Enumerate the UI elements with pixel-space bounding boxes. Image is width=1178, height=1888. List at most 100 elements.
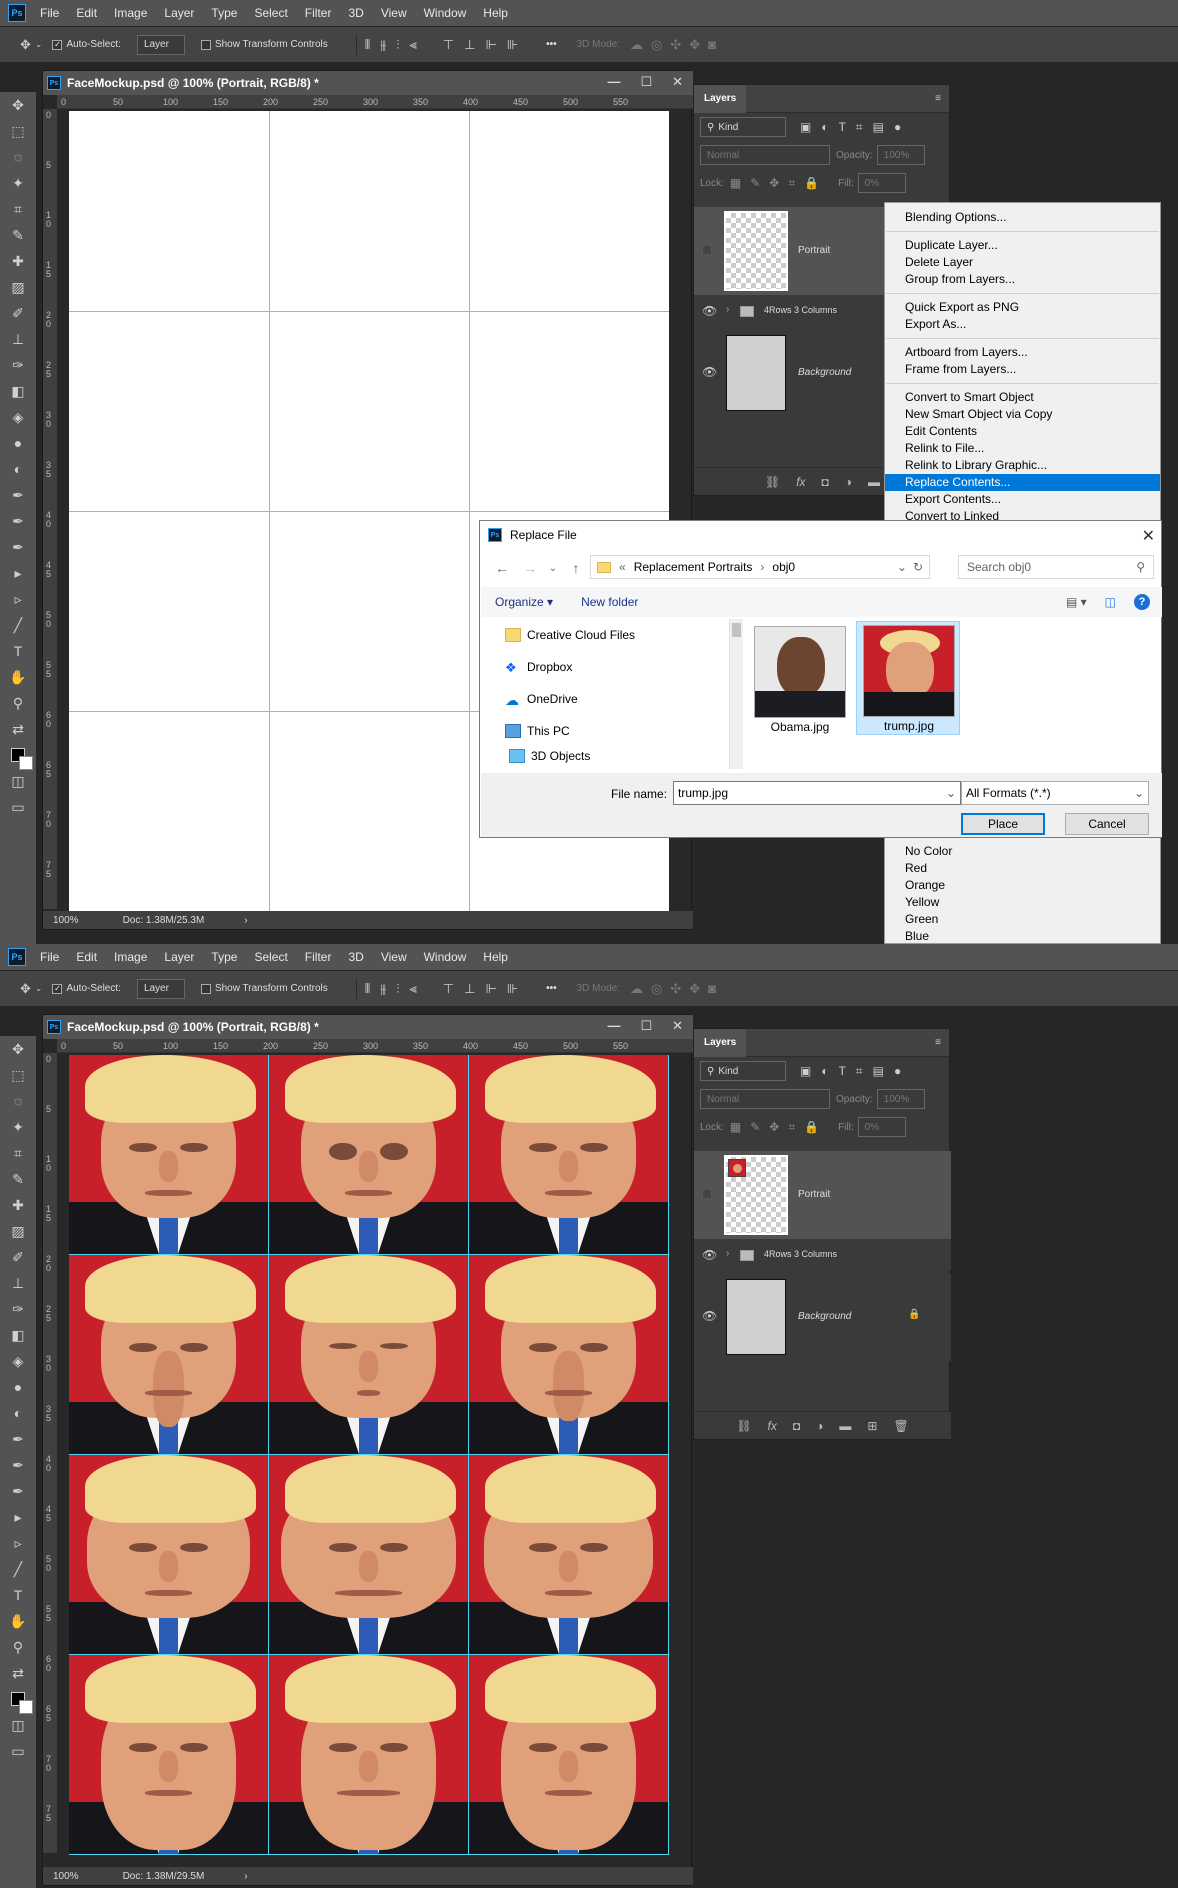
filter-kind-select[interactable]: ⚲ Kind — [700, 1061, 786, 1081]
menu-image[interactable]: Image — [114, 950, 147, 964]
menu-item-group-from-layers[interactable]: Group from Layers... — [885, 271, 1160, 288]
menu-item-quick-export[interactable]: Quick Export as PNG — [885, 299, 1160, 316]
chevron-down-icon[interactable]: ⌄ — [897, 560, 907, 574]
zoom-tool-icon[interactable]: ⚲ — [0, 690, 36, 716]
menu-item-artboard-from-layers[interactable]: Artboard from Layers... — [885, 344, 1160, 361]
eyedropper-icon[interactable]: ✎ — [0, 1166, 36, 1192]
show-transform-checkbox[interactable] — [200, 983, 211, 994]
menu-edit[interactable]: Edit — [76, 6, 97, 20]
document-tab[interactable]: Ps FaceMockup.psd @ 100% (Portrait, RGB/… — [43, 1015, 693, 1039]
up-arrow-icon[interactable]: ↑ — [562, 560, 590, 576]
visibility-toggle[interactable] — [702, 1189, 712, 1199]
zoom-level[interactable]: 100% — [53, 1871, 79, 1882]
quick-mask-icon[interactable]: ◫ — [0, 768, 36, 794]
menu-select[interactable]: Select — [254, 6, 287, 20]
chevron-down-icon[interactable]: ⌄ — [35, 983, 43, 994]
cancel-button[interactable]: Cancel — [1065, 813, 1149, 835]
menu-type[interactable]: Type — [211, 950, 237, 964]
menu-item-replace-contents[interactable]: Replace Contents... — [885, 474, 1160, 491]
new-folder-button[interactable]: New folder — [581, 595, 638, 609]
menu-item-duplicate-layer[interactable]: Duplicate Layer... — [885, 237, 1160, 254]
menu-item-delete-layer[interactable]: Delete Layer — [885, 254, 1160, 271]
history-brush-icon[interactable]: ✑ — [0, 352, 36, 378]
address-bar[interactable]: « Replacement Portraits › obj0 ⌄ ↻ — [590, 555, 930, 579]
forward-arrow-icon[interactable]: → — [516, 560, 544, 576]
direct-select-icon[interactable]: ▹ — [0, 1530, 36, 1556]
view-options-icon[interactable]: ▤ ▾ — [1066, 595, 1087, 609]
nav-creative-cloud[interactable]: Creative Cloud Files — [481, 619, 731, 651]
lock-icons[interactable]: ▦✎✥⌗🔒 — [730, 1120, 828, 1135]
fx-icon[interactable]: fx — [768, 1419, 777, 1433]
nav-3d-objects[interactable]: 3D Objects — [481, 747, 731, 765]
nav-dropbox[interactable]: ❖ Dropbox — [481, 651, 731, 683]
nav-onedrive[interactable]: ☁ OneDrive — [481, 683, 731, 715]
folder-icon[interactable]: ▬ — [839, 1419, 851, 1433]
quick-mask-icon[interactable]: ◫ — [0, 1712, 36, 1738]
color-green[interactable]: Green — [885, 911, 1160, 928]
menu-item-frame-from-layers[interactable]: Frame from Layers... — [885, 361, 1160, 378]
menu-3d[interactable]: 3D — [348, 6, 363, 20]
magic-wand-icon[interactable]: ✦ — [0, 1114, 36, 1140]
menu-item-relink-file[interactable]: Relink to File... — [885, 440, 1160, 457]
chevron-down-icon[interactable]: ⌄ — [946, 786, 956, 800]
file-item-trump[interactable]: trump.jpg — [856, 621, 960, 735]
color-orange[interactable]: Orange — [885, 877, 1160, 894]
eye-icon[interactable]: 👁 — [702, 1248, 717, 1262]
line-tool-icon[interactable]: ╱ — [0, 612, 36, 638]
swap-colors-icon[interactable]: ⇄ — [0, 716, 36, 742]
menu-filter[interactable]: Filter — [305, 950, 332, 964]
eye-icon[interactable]: 👁 — [702, 365, 717, 379]
color-swatches-icon[interactable] — [0, 742, 36, 770]
color-red[interactable]: Red — [885, 860, 1160, 877]
menu-item-blending-options[interactable]: Blending Options... — [885, 209, 1160, 226]
crop-tool-icon[interactable]: ⌗ — [0, 196, 36, 222]
chevron-right-icon[interactable]: › — [726, 1248, 729, 1259]
eyedropper-icon[interactable]: ✎ — [0, 222, 36, 248]
move-tool-icon[interactable]: ✥ — [20, 37, 31, 53]
chevron-down-icon[interactable]: ⌄ — [35, 39, 43, 50]
mask-icon[interactable]: ◘ — [793, 1419, 800, 1433]
healing-brush-icon[interactable]: ✚ — [0, 248, 36, 274]
eraser-icon[interactable]: ◧ — [0, 378, 36, 404]
preview-pane-icon[interactable]: ◫ — [1105, 595, 1116, 609]
menu-item-export-contents[interactable]: Export Contents... — [885, 491, 1160, 508]
nav-this-pc[interactable]: This PC — [481, 715, 731, 747]
color-blue[interactable]: Blue — [885, 928, 1160, 943]
freeform-pen-icon[interactable]: ✒ — [0, 534, 36, 560]
color-yellow[interactable]: Yellow — [885, 894, 1160, 911]
distribute-icons[interactable]: ⊤⊥⊩⊪ — [443, 37, 528, 53]
chevron-right-icon[interactable]: › — [244, 1871, 247, 1882]
menu-window[interactable]: Window — [424, 950, 467, 964]
pen-tool-alt-icon[interactable]: ✒ — [0, 508, 36, 534]
canvas-face-grid[interactable] — [69, 1055, 669, 1855]
layer-row-portrait[interactable]: Portrait — [694, 1151, 951, 1239]
eye-icon[interactable]: 👁 — [702, 304, 717, 318]
menu-layer[interactable]: Layer — [164, 6, 194, 20]
back-arrow-icon[interactable]: ← — [488, 560, 516, 576]
menu-item-convert-smart-object[interactable]: Convert to Smart Object — [885, 389, 1160, 406]
menu-view[interactable]: View — [381, 6, 407, 20]
new-layer-icon[interactable]: ⊞ — [867, 1419, 877, 1433]
help-icon[interactable]: ? — [1134, 594, 1150, 610]
lock-icons[interactable]: ▦✎✥⌗🔒 — [730, 176, 828, 191]
panel-menu-icon[interactable]: ≡ — [935, 1037, 941, 1048]
refresh-icon[interactable]: ↻ — [913, 560, 923, 574]
organize-button[interactable]: Organize ▾ — [495, 595, 553, 609]
menu-edit[interactable]: Edit — [76, 950, 97, 964]
blur-tool-icon[interactable]: ● — [0, 1374, 36, 1400]
filter-kind-select[interactable]: ⚲ Kind — [700, 117, 786, 137]
bandage-icon[interactable]: ▨ — [0, 274, 36, 300]
adjustment-icon[interactable]: ◑ — [816, 1419, 823, 1433]
auto-select-checkbox[interactable]: ✓ — [52, 39, 63, 50]
blur-tool-icon[interactable]: ● — [0, 430, 36, 456]
path-overflow-icon[interactable]: « — [619, 560, 626, 574]
layer-select[interactable]: Layer — [136, 978, 185, 999]
close-icon[interactable]: ✕ — [672, 74, 683, 90]
trash-icon[interactable]: 🗑 — [893, 1419, 908, 1433]
chevron-down-icon[interactable]: ⌄ — [544, 563, 562, 574]
layer-select[interactable]: Layer — [136, 34, 185, 55]
healing-brush-icon[interactable]: ✚ — [0, 1192, 36, 1218]
zoom-level[interactable]: 100% — [53, 915, 79, 926]
breadcrumb-obj0[interactable]: obj0 — [772, 560, 795, 574]
minimize-icon[interactable]: — — [607, 1018, 620, 1034]
